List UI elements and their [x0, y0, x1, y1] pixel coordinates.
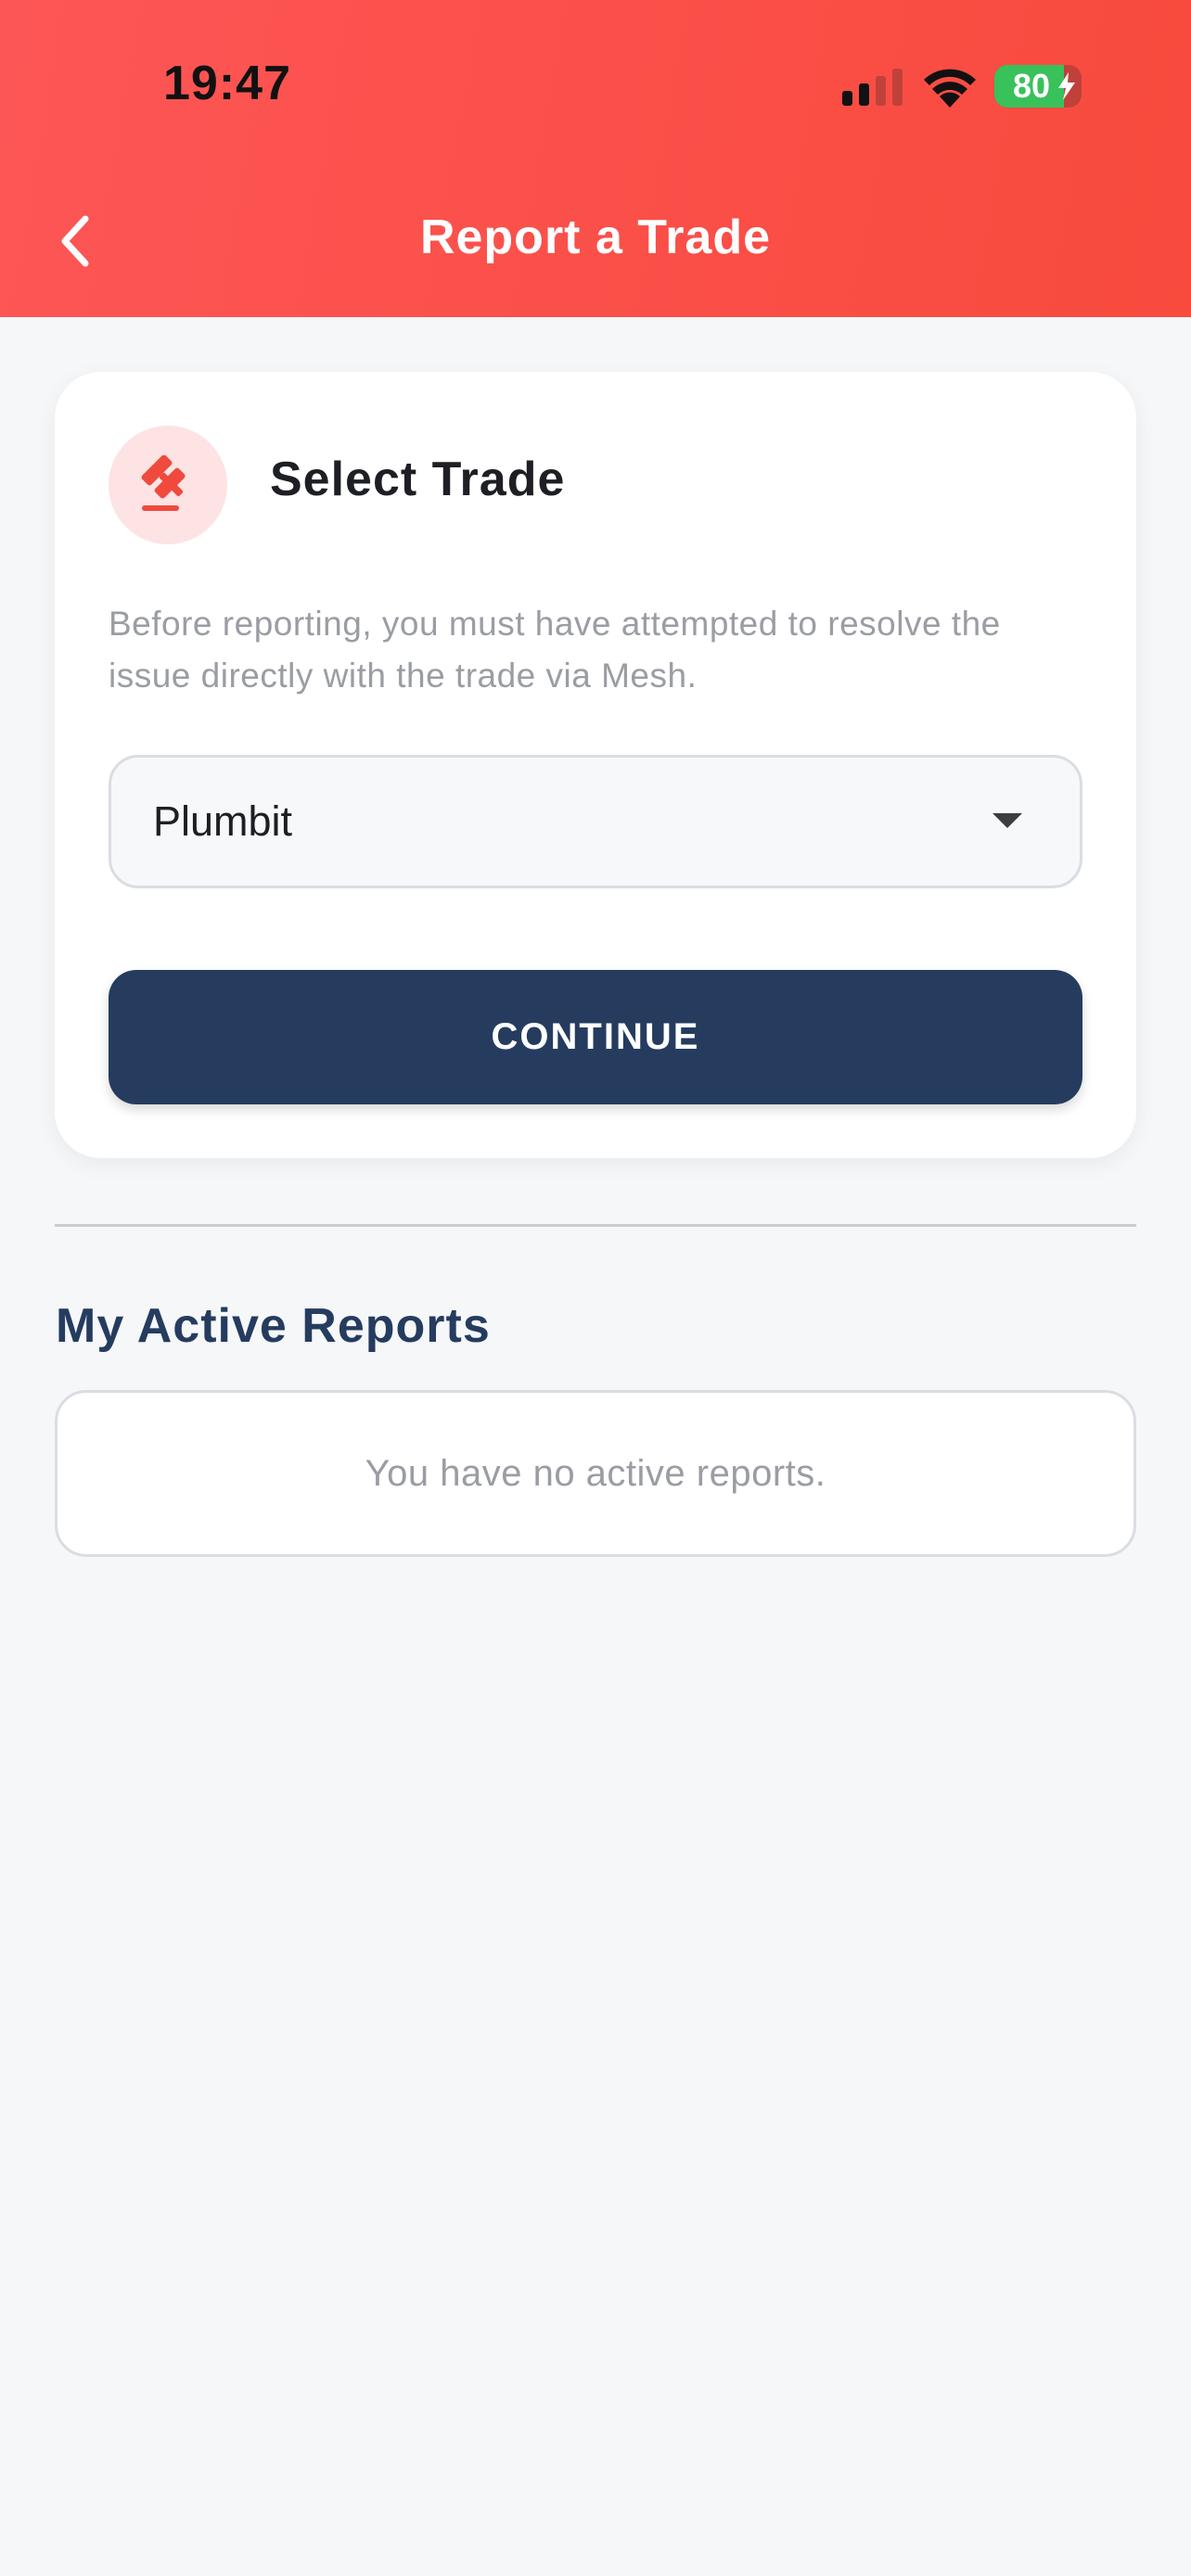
page-title: Report a Trade: [419, 210, 772, 264]
card-description: Before reporting, you must have attempte…: [109, 605, 1001, 695]
section-divider: [55, 1224, 1136, 1227]
gavel-icon: [141, 455, 186, 511]
wifi-icon: [924, 69, 976, 108]
app-header: 19:47 80 Report a Trade: [0, 0, 1191, 317]
bolt-icon: [1058, 72, 1075, 100]
caret-down-icon: [992, 813, 1022, 828]
battery-charging-icon: 80: [994, 65, 1082, 108]
active-reports-empty-state: You have no active reports.: [55, 1390, 1136, 1557]
select-trade-card: Select Trade Before reporting, you must …: [55, 372, 1136, 1158]
status-time: 19:47: [163, 57, 291, 110]
empty-reports-message: You have no active reports.: [365, 1453, 826, 1494]
gavel-icon-badge: [109, 426, 227, 544]
active-reports-title: My Active Reports: [56, 1299, 491, 1353]
cellular-signal-icon: [842, 69, 903, 106]
continue-button[interactable]: CONTINUE: [109, 970, 1082, 1104]
trade-select[interactable]: Plumbit: [109, 755, 1082, 888]
card-title: Select Trade: [270, 453, 566, 506]
selected-trade-value: Plumbit: [153, 797, 293, 845]
